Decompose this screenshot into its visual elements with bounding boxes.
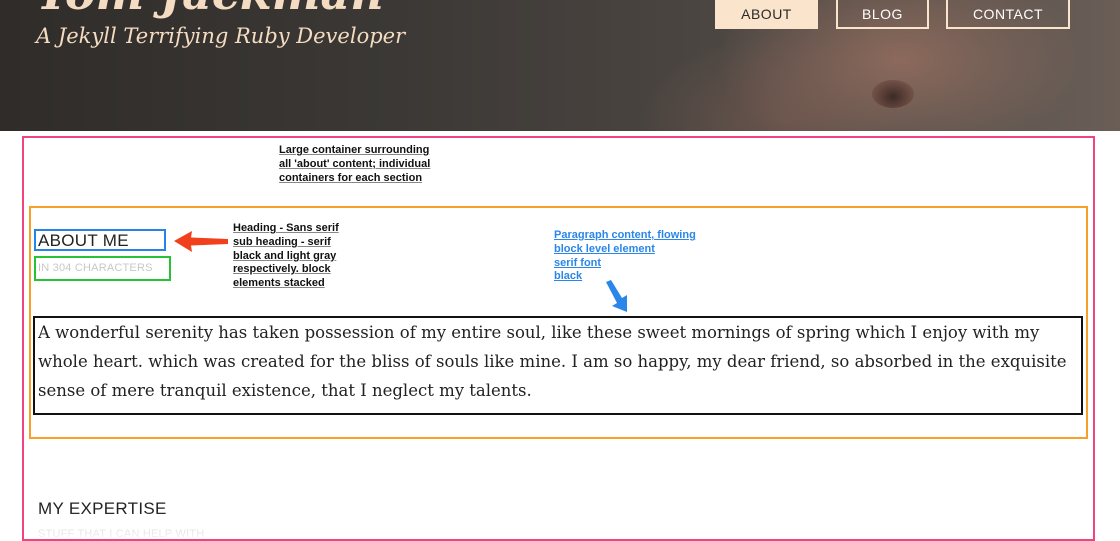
- note-line: elements stacked: [233, 277, 325, 290]
- hero-background-nose: [872, 80, 914, 108]
- note-line: serif font: [554, 256, 602, 269]
- note-line: Large container surrounding: [279, 144, 430, 156]
- blue-arrow-icon: [606, 280, 627, 312]
- red-arrow-icon: [174, 231, 228, 252]
- note-line: all 'about' content; individual: [279, 157, 431, 170]
- note-line: respectively. block: [233, 263, 331, 276]
- annotation-note-paragraph: Paragraph content, flowing block level e…: [554, 229, 696, 284]
- note-line: black and light gray: [233, 249, 337, 262]
- note-line: Paragraph content, flowing: [554, 229, 696, 241]
- annotation-box-subheading: [34, 256, 171, 281]
- nav-blog-button[interactable]: BLOG: [836, 0, 929, 29]
- note-line: containers for each section: [279, 171, 423, 184]
- site-title[interactable]: Tom Jackman: [36, 0, 384, 16]
- annotation-box-heading: [34, 229, 166, 251]
- nav-contact-button[interactable]: CONTACT: [946, 0, 1070, 29]
- annotation-note-container: Large container surrounding all 'about' …: [279, 144, 430, 185]
- note-line: block level element: [554, 242, 655, 255]
- note-line: Heading - Sans serif: [233, 222, 339, 234]
- annotation-box-paragraph: [33, 316, 1083, 415]
- hero-header: Tom Jackman A Jekyll Terrifying Ruby Dev…: [0, 0, 1120, 131]
- annotation-note-heading: Heading - Sans serif sub heading - serif…: [233, 222, 339, 291]
- note-line: sub heading - serif: [233, 235, 331, 248]
- site-tagline: A Jekyll Terrifying Ruby Developer: [36, 24, 406, 48]
- nav-about-button[interactable]: ABOUT: [715, 0, 818, 29]
